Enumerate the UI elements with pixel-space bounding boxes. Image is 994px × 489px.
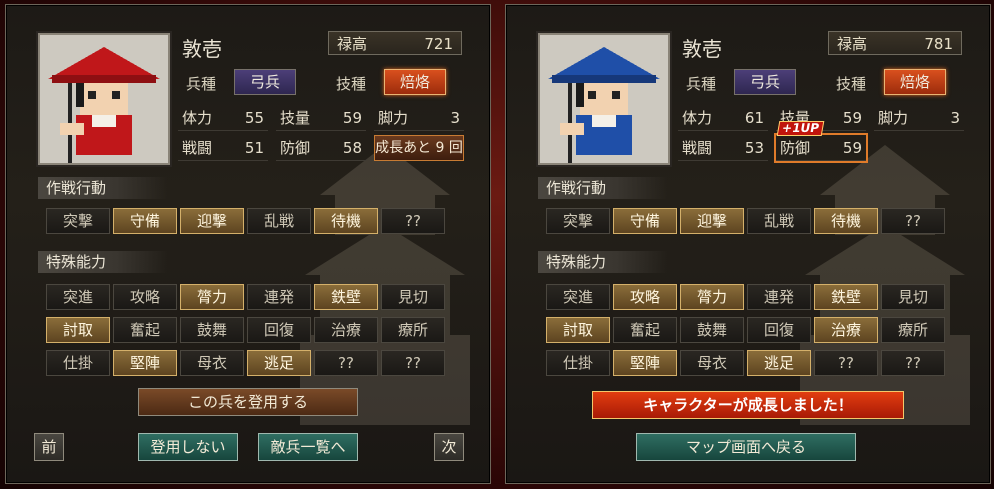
tactics-header: 作戦行動 — [538, 177, 668, 199]
stipend-label: 禄高 — [337, 35, 368, 53]
stat-atk: 戦闘 53 — [678, 135, 768, 161]
ability-button[interactable]: 奮起 — [113, 317, 177, 343]
ability-button[interactable]: 鼓舞 — [180, 317, 244, 343]
ability-button[interactable]: 見切 — [381, 284, 445, 310]
tactic-button[interactable]: 突撃 — [546, 208, 610, 234]
ability-button[interactable]: 母衣 — [680, 350, 744, 376]
skill-label: 技種 — [336, 75, 367, 93]
ability-button[interactable]: 逃足 — [747, 350, 811, 376]
ability-button[interactable]: 連発 — [247, 284, 311, 310]
ability-button[interactable]: ?? — [881, 350, 945, 376]
growth-panel: 敦壱 禄高 781 兵種 弓兵 技種 焙烙 体力 61 技量 59 脚力 3 戦闘 53… — [505, 4, 991, 484]
ability-button[interactable]: 鉄壁 — [314, 284, 378, 310]
soldier-name: 敦壱 — [182, 37, 222, 61]
ability-button[interactable]: 療所 — [381, 317, 445, 343]
growth-remaining: 成長あと 9 回 — [374, 135, 464, 161]
ability-button[interactable]: 治療 — [314, 317, 378, 343]
tactic-button[interactable]: 迎撃 — [680, 208, 744, 234]
ability-button[interactable]: 回復 — [747, 317, 811, 343]
ability-button[interactable]: 堅陣 — [113, 350, 177, 376]
stipend-label: 禄高 — [837, 35, 868, 53]
unit-type-label: 兵種 — [686, 75, 717, 93]
tactics-header: 作戦行動 — [38, 177, 168, 199]
prev-button[interactable]: 前 — [34, 433, 64, 461]
tactic-button[interactable]: 乱戦 — [247, 208, 311, 234]
stipend-box: 禄高 721 — [328, 31, 462, 55]
tactic-button[interactable]: 待機 — [814, 208, 878, 234]
skill-badge: 焙烙 — [384, 69, 446, 95]
ability-button[interactable]: 見切 — [881, 284, 945, 310]
stipend-value: 781 — [924, 35, 953, 53]
soldier-portrait — [38, 33, 170, 165]
unit-type-badge: 弓兵 — [734, 69, 796, 95]
soldier-portrait — [538, 33, 670, 165]
recruit-panel: 敦壱 禄高 721 兵種 弓兵 技種 焙烙 体力 55 技量 59 脚力 3 戦闘 51… — [5, 4, 491, 484]
ability-button[interactable]: 突進 — [46, 284, 110, 310]
unit-type-label: 兵種 — [186, 75, 217, 93]
recruit-button[interactable]: この兵を登用する — [138, 388, 358, 416]
ability-button[interactable]: 連発 — [747, 284, 811, 310]
tactic-button[interactable]: 迎撃 — [180, 208, 244, 234]
next-button[interactable]: 次 — [434, 433, 464, 461]
stat-def: 防御 58 — [276, 135, 366, 161]
ability-button[interactable]: 回復 — [247, 317, 311, 343]
ability-button[interactable]: 母衣 — [180, 350, 244, 376]
ability-button[interactable]: 討取 — [546, 317, 610, 343]
tactic-button[interactable]: ?? — [381, 208, 445, 234]
ability-button[interactable]: 膂力 — [680, 284, 744, 310]
tactic-button[interactable]: 乱戦 — [747, 208, 811, 234]
ability-button[interactable]: ?? — [814, 350, 878, 376]
tactic-button[interactable]: 守備 — [613, 208, 677, 234]
ability-button[interactable]: 突進 — [546, 284, 610, 310]
ability-button[interactable]: 奮起 — [613, 317, 677, 343]
map-return-button[interactable]: マップ画面へ戻る — [636, 433, 856, 461]
stat-leg: 脚力 3 — [874, 105, 964, 131]
unit-type-badge: 弓兵 — [234, 69, 296, 95]
ability-button[interactable]: 鉄壁 — [814, 284, 878, 310]
skill-badge: 焙烙 — [884, 69, 946, 95]
stat-def-highlight — [774, 133, 868, 163]
ability-button[interactable]: 鼓舞 — [680, 317, 744, 343]
stat-atk: 戦闘 51 — [178, 135, 268, 161]
ability-button[interactable]: 攻略 — [613, 284, 677, 310]
ability-button[interactable]: 治療 — [814, 317, 878, 343]
enemy-list-button[interactable]: 敵兵一覧へ — [258, 433, 358, 461]
tactic-button[interactable]: 守備 — [113, 208, 177, 234]
stat-tech: 技量 59 — [276, 105, 366, 131]
stat-hp: 体力 61 — [678, 105, 768, 131]
abilities-header: 特殊能力 — [38, 251, 168, 273]
stipend-box: 禄高 781 — [828, 31, 962, 55]
tactic-button[interactable]: 突撃 — [46, 208, 110, 234]
tactic-button[interactable]: ?? — [881, 208, 945, 234]
stat-leg: 脚力 3 — [374, 105, 464, 131]
castle-silhouette — [800, 145, 970, 425]
tactic-button[interactable]: 待機 — [314, 208, 378, 234]
decline-button[interactable]: 登用しない — [138, 433, 238, 461]
ability-button[interactable]: 療所 — [881, 317, 945, 343]
growth-banner: キャラクターが成長しました！ — [592, 391, 904, 419]
ability-button[interactable]: 膂力 — [180, 284, 244, 310]
ability-button[interactable]: 攻略 — [113, 284, 177, 310]
ability-button[interactable]: 堅陣 — [613, 350, 677, 376]
abilities-header: 特殊能力 — [538, 251, 668, 273]
ability-button[interactable]: ?? — [381, 350, 445, 376]
ability-button[interactable]: 討取 — [46, 317, 110, 343]
levelup-badge: +1UP — [776, 121, 825, 136]
stipend-value: 721 — [424, 35, 453, 53]
soldier-name: 敦壱 — [682, 37, 722, 61]
ability-button[interactable]: ?? — [314, 350, 378, 376]
ability-button[interactable]: 逃足 — [247, 350, 311, 376]
castle-silhouette — [300, 145, 470, 425]
ability-button[interactable]: 仕掛 — [546, 350, 610, 376]
stat-hp: 体力 55 — [178, 105, 268, 131]
ability-button[interactable]: 仕掛 — [46, 350, 110, 376]
skill-label: 技種 — [836, 75, 867, 93]
